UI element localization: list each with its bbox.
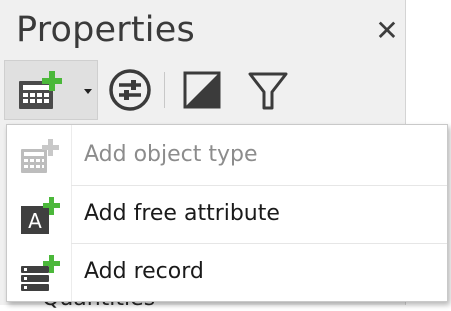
add-attribute-icon: A <box>19 196 63 240</box>
menu-item-label: Add record <box>84 259 204 284</box>
properties-toolbar <box>0 58 406 124</box>
menu-item-add-free-attribute[interactable]: A Add free attribute <box>7 186 447 244</box>
panel-title: Properties <box>16 10 195 50</box>
add-dropdown-button[interactable] <box>4 60 98 120</box>
add-object-type-icon <box>13 67 73 117</box>
filter-button[interactable] <box>244 66 292 114</box>
svg-text:A: A <box>28 209 42 233</box>
adjust-settings-button[interactable] <box>106 66 154 114</box>
close-icon[interactable]: ✕ <box>372 16 402 46</box>
contrast-icon <box>183 71 221 109</box>
menu-item-label: Add object type <box>84 142 258 167</box>
add-record-icon <box>19 254 63 298</box>
menu-item-add-record[interactable]: Add record <box>7 244 447 302</box>
add-dropdown-menu: Add object type A Add free attribute Add… <box>6 124 448 302</box>
toolbar-separator <box>164 72 165 108</box>
chevron-down-icon <box>84 89 92 94</box>
filter-icon <box>248 72 288 110</box>
adjust-settings-icon <box>109 69 151 111</box>
add-object-type-icon <box>19 137 63 181</box>
contrast-button[interactable] <box>178 66 226 114</box>
menu-item-add-object-type[interactable]: Add object type <box>7 127 447 185</box>
menu-item-label: Add free attribute <box>84 201 280 226</box>
